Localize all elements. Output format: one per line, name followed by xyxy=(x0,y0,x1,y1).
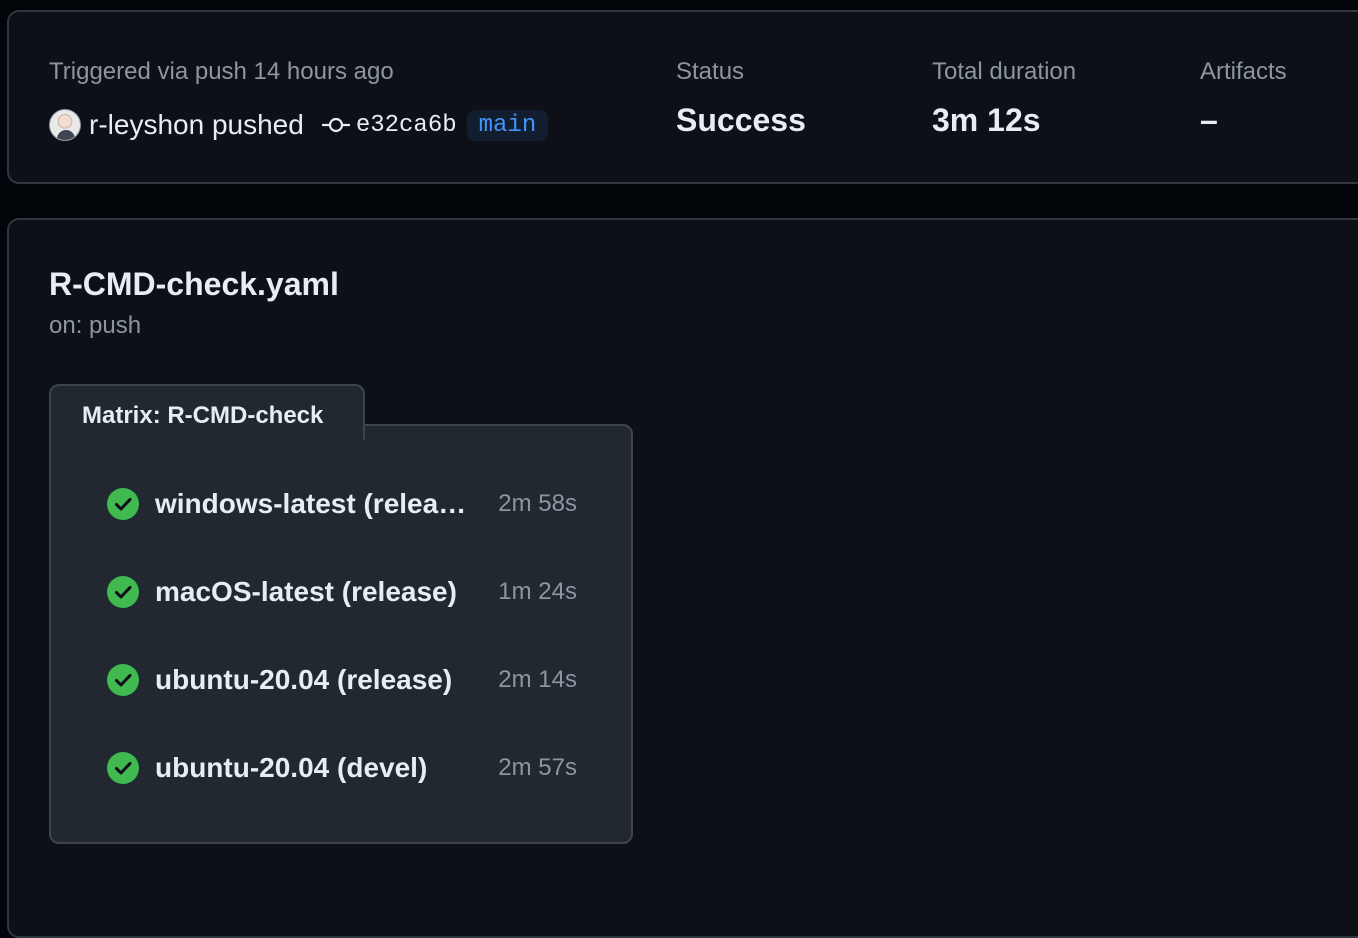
workflow-title: R-CMD-check.yaml xyxy=(49,266,339,302)
duration-value: 3m 12s xyxy=(932,102,1041,138)
check-circle-icon xyxy=(107,664,139,696)
branch-badge[interactable]: main xyxy=(466,109,549,141)
job-item-ubuntu-release[interactable]: ubuntu-20.04 (release) 2m 14s xyxy=(107,660,577,700)
actor-row: r-leyshon pushed e32ca6b main xyxy=(49,106,549,144)
run-summary-card: Triggered via push 14 hours ago r-leysho… xyxy=(7,10,1358,184)
job-name: ubuntu-20.04 (devel) xyxy=(155,752,428,783)
workflow-graph-card: R-CMD-check.yaml on: push Matrix: R-CMD-… xyxy=(7,218,1358,938)
job-name: windows-latest (releas… xyxy=(155,488,481,519)
job-duration: 2m 58s xyxy=(498,490,577,517)
job-name: ubuntu-20.04 (release) xyxy=(155,664,453,695)
actor-avatar[interactable] xyxy=(49,109,81,141)
matrix-tab[interactable]: Matrix: R-CMD-check xyxy=(49,384,365,440)
artifacts-label: Artifacts xyxy=(1200,58,1287,85)
artifacts-value: – xyxy=(1200,102,1218,138)
job-duration: 2m 57s xyxy=(498,754,577,781)
actor-name[interactable]: r-leyshon pushed xyxy=(89,109,304,141)
status-label: Status xyxy=(676,58,745,85)
git-commit-icon xyxy=(321,117,350,133)
job-duration: 2m 14s xyxy=(498,666,577,693)
job-item-macos-latest[interactable]: macOS-latest (release) 1m 24s xyxy=(107,572,577,612)
duration-label: Total duration xyxy=(932,58,1077,85)
job-item-windows-latest[interactable]: windows-latest (releas… 2m 58s xyxy=(107,484,577,524)
job-name: macOS-latest (release) xyxy=(155,576,457,607)
job-item-ubuntu-devel[interactable]: ubuntu-20.04 (devel) 2m 57s xyxy=(107,748,577,788)
trigger-label: Triggered via push 14 hours ago xyxy=(49,58,394,85)
job-duration: 1m 24s xyxy=(498,578,577,605)
check-circle-icon xyxy=(107,488,139,520)
status-value: Success xyxy=(676,102,806,138)
check-circle-icon xyxy=(107,752,139,784)
matrix-label: Matrix: R-CMD-check xyxy=(82,402,324,429)
matrix-job-list: windows-latest (releas… 2m 58s macOS-lat… xyxy=(49,424,633,844)
check-circle-icon xyxy=(107,576,139,608)
commit-sha-link[interactable]: e32ca6b xyxy=(356,112,457,139)
workflow-trigger: on: push xyxy=(49,312,142,339)
